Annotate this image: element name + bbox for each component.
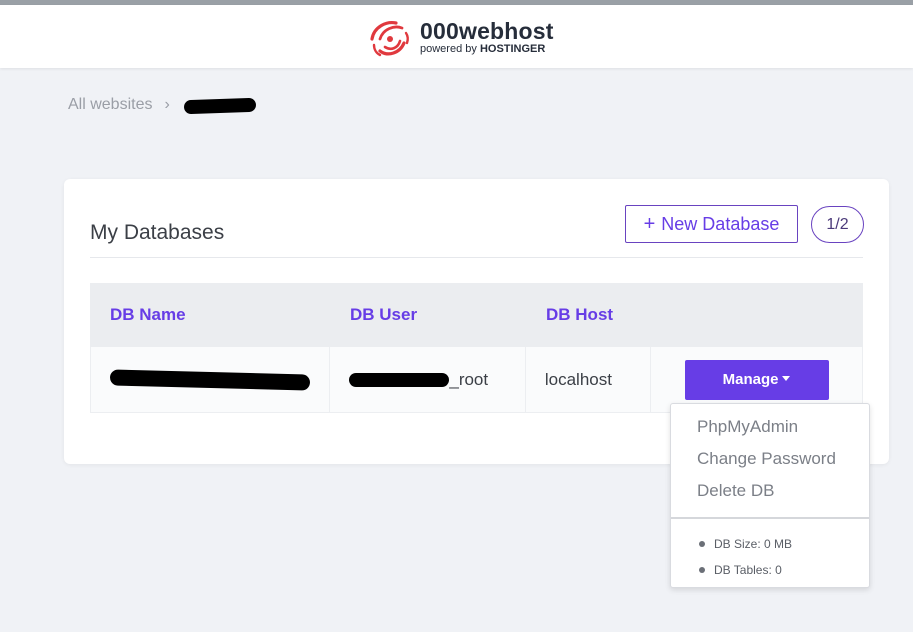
manage-button[interactable]: Manage <box>684 359 829 400</box>
header-db-name: DB Name <box>110 305 186 324</box>
cell-db-name <box>91 347 331 412</box>
breadcrumb-all-websites[interactable]: All websites <box>68 96 152 114</box>
db-tables-info: DB Tables: 0 <box>699 563 782 577</box>
bullet-icon <box>699 541 705 547</box>
databases-table: DB Name DB User DB Host _root localhost … <box>90 283 863 413</box>
breadcrumb-redacted-site[interactable] <box>183 97 257 115</box>
cell-db-host: localhost <box>526 347 651 412</box>
site-header: 000webhost powered by HOSTINGER <box>0 5 913 68</box>
table-header: DB Name DB User DB Host <box>90 283 863 347</box>
bullet-icon <box>699 567 705 573</box>
plus-icon: + <box>643 212 656 235</box>
breadcrumb-chevron-icon: › <box>164 96 170 113</box>
logo[interactable]: 000webhost powered by HOSTINGER <box>366 17 554 59</box>
header-db-user: DB User <box>350 305 418 324</box>
logo-title: 000webhost <box>420 18 554 44</box>
db-tables-text: DB Tables: 0 <box>714 563 782 577</box>
menu-divider <box>671 517 869 519</box>
cell-db-user: _root <box>330 347 526 412</box>
database-count-badge: 1/2 <box>811 206 864 243</box>
db-size-text: DB Size: 0 MB <box>714 537 793 551</box>
new-database-button[interactable]: + New Database <box>625 205 798 243</box>
menu-item-delete-db[interactable]: Delete DB <box>697 481 774 501</box>
manage-dropdown-menu: PhpMyAdmin Change Password Delete DB DB … <box>670 403 870 588</box>
logo-subtitle: powered by HOSTINGER <box>420 43 554 56</box>
header-actions <box>651 283 863 347</box>
caret-down-icon <box>782 376 791 381</box>
menu-item-phpmyadmin[interactable]: PhpMyAdmin <box>697 417 798 437</box>
redacted-db-name <box>109 368 311 391</box>
new-database-label: New Database <box>661 213 780 234</box>
redacted-db-user <box>349 372 450 387</box>
logo-brand-text: HOSTINGER <box>479 43 546 55</box>
manage-label: Manage <box>722 371 779 388</box>
breadcrumb: All websites › <box>68 96 257 115</box>
hostinger-swirl-icon <box>370 21 409 57</box>
card-title: My Databases <box>90 221 225 244</box>
db-user-suffix: _root <box>449 369 489 389</box>
db-size-info: DB Size: 0 MB <box>699 537 792 551</box>
menu-item-change-password[interactable]: Change Password <box>697 449 836 469</box>
header-db-host: DB Host <box>546 305 614 324</box>
card-divider <box>90 257 863 258</box>
logo-powered-text: powered by <box>420 43 477 55</box>
